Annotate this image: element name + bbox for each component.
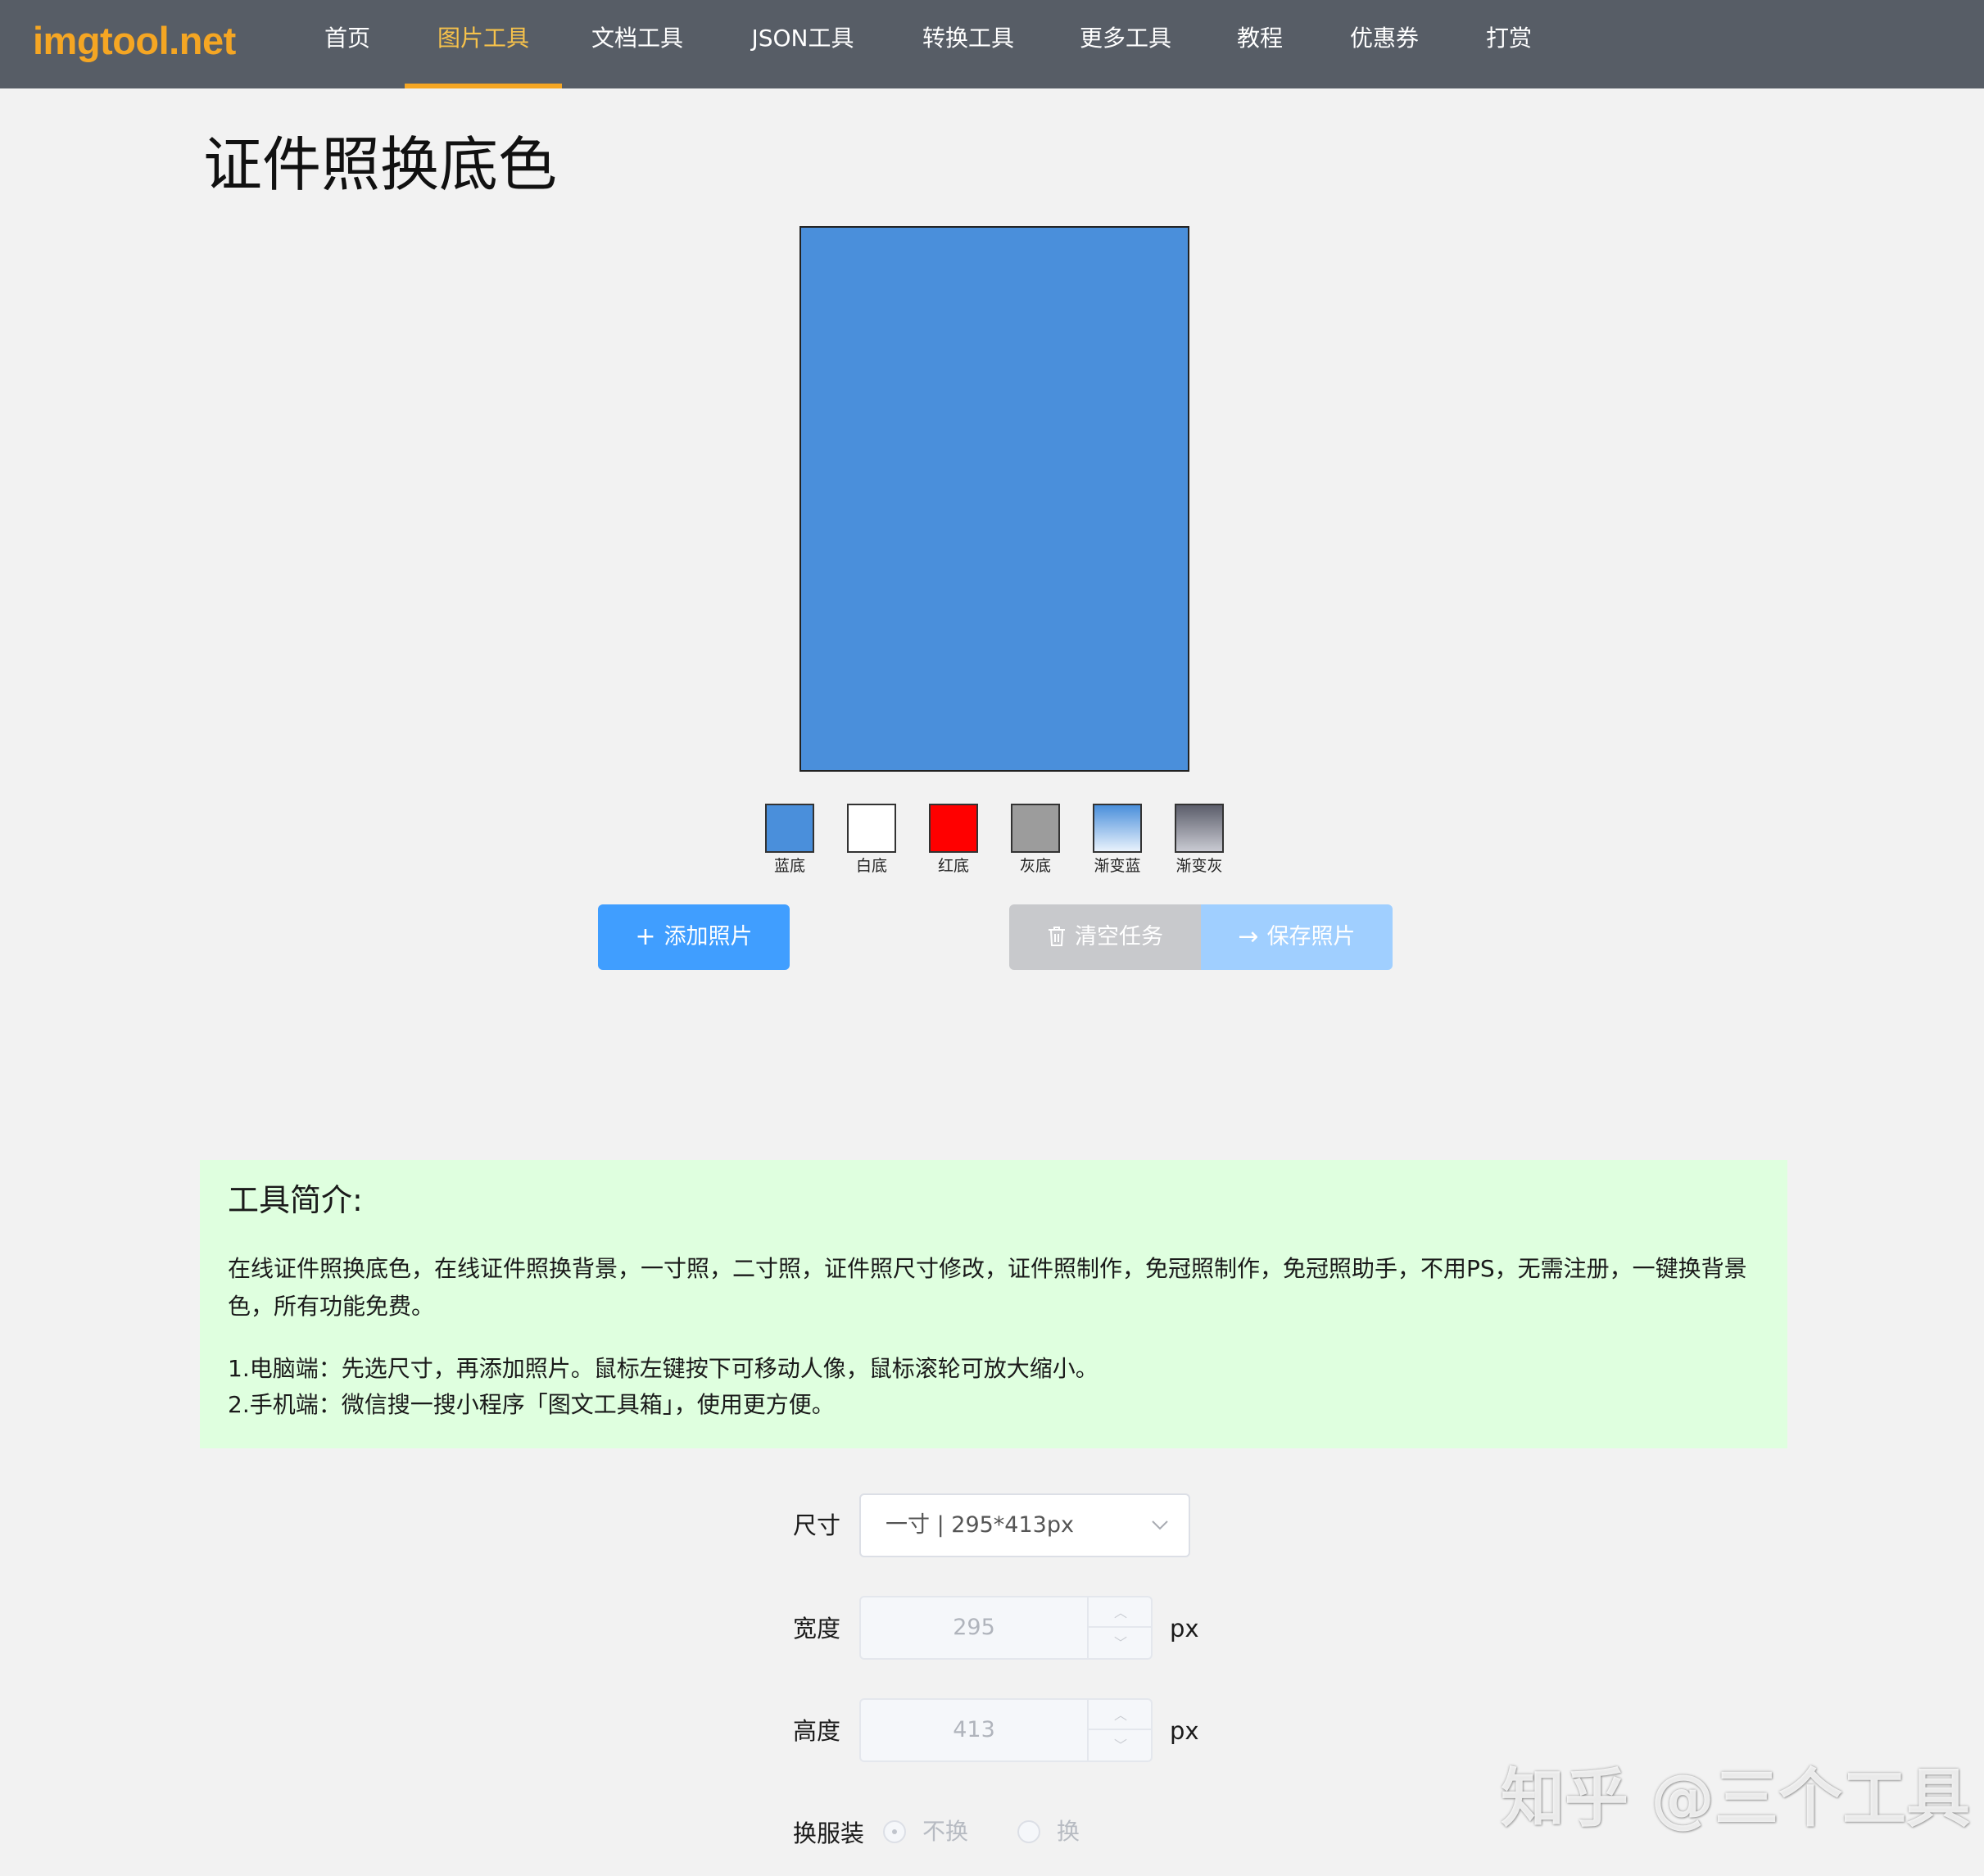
outfit-radio-no-change[interactable] bbox=[883, 1820, 906, 1843]
swatch-gray[interactable] bbox=[1011, 804, 1060, 853]
swatch-label-white: 白底 bbox=[855, 857, 887, 875]
zhihu-watermark: 知乎 @三个工具 bbox=[1501, 1762, 1971, 1836]
swatch-blue[interactable] bbox=[765, 804, 814, 853]
width-increase-button[interactable]: ︿ bbox=[1089, 1597, 1153, 1628]
intro-step-desktop: 1.电脑端：先选尺寸，再添加照片。鼠标左键按下可移动人像，鼠标滚轮可放大缩小。 bbox=[228, 1355, 1098, 1382]
nav-item-tutorial[interactable]: 教程 bbox=[1234, 0, 1286, 88]
tool-intro-panel: 工具简介: 在线证件照换底色，在线证件照换背景，一寸照，二寸照，证件照尺寸修改，… bbox=[200, 1160, 1787, 1448]
swatch-red[interactable] bbox=[929, 804, 978, 853]
save-photo-label: 保存照片 bbox=[1266, 924, 1356, 949]
trash-icon bbox=[1047, 904, 1067, 970]
nav-item-coupons[interactable]: 优惠券 bbox=[1345, 0, 1424, 88]
clear-tasks-button[interactable]: 清空任务 bbox=[1009, 904, 1201, 970]
height-input[interactable]: 413 ︿ ﹀ bbox=[859, 1698, 1153, 1762]
top-nav: imgtool.net 首页 图片工具 文档工具 JSON工具 转换工具 更多工… bbox=[0, 0, 1984, 88]
nav-item-more-tools[interactable]: 更多工具 bbox=[1076, 0, 1175, 88]
intro-step-mobile: 2.手机端：微信搜一搜小程序「图文工具箱」，使用更方便。 bbox=[228, 1391, 835, 1418]
swatch-white[interactable] bbox=[847, 804, 896, 853]
outfit-option-change[interactable]: 换 bbox=[1057, 1815, 1080, 1848]
size-select-value: 一寸 | 295*413px bbox=[886, 1512, 1074, 1538]
height-input-value: 413 bbox=[953, 1717, 995, 1742]
swatch-label-gradient-gray: 渐变灰 bbox=[1175, 857, 1223, 875]
clear-tasks-label: 清空任务 bbox=[1075, 924, 1163, 949]
nav-item-json-tools[interactable]: JSON工具 bbox=[745, 0, 860, 88]
width-decrease-button[interactable]: ﹀ bbox=[1089, 1628, 1153, 1658]
height-increase-button[interactable]: ︿ bbox=[1089, 1700, 1153, 1730]
arrow-right-icon: → bbox=[1238, 922, 1259, 951]
site-logo[interactable]: imgtool.net bbox=[33, 16, 236, 66]
size-select[interactable]: 一寸 | 295*413px bbox=[859, 1493, 1190, 1557]
swatch-label-red: 红底 bbox=[937, 857, 969, 875]
nav-item-donate[interactable]: 打赏 bbox=[1483, 0, 1535, 88]
intro-description: 在线证件照换底色，在线证件照换背景，一寸照，二寸照，证件照尺寸修改，证件照制作，… bbox=[228, 1255, 1747, 1320]
outfit-option-no-change[interactable]: 不换 bbox=[922, 1815, 968, 1848]
save-photo-button[interactable]: → 保存照片 bbox=[1201, 904, 1393, 970]
swatch-label-blue: 蓝底 bbox=[773, 857, 805, 875]
swatch-gradient-gray[interactable] bbox=[1175, 804, 1224, 853]
page-title: 证件照换底色 bbox=[203, 130, 558, 199]
height-stepper: ︿ ﹀ bbox=[1087, 1700, 1153, 1760]
nav-item-doc-tools[interactable]: 文档工具 bbox=[588, 0, 686, 88]
outfit-radio-change[interactable] bbox=[1017, 1820, 1040, 1843]
width-unit: px bbox=[1170, 1615, 1199, 1643]
add-photo-label: 添加照片 bbox=[664, 924, 753, 949]
nav-item-image-tools[interactable]: 图片工具 bbox=[405, 0, 562, 88]
add-photo-button[interactable]: + 添加照片 bbox=[598, 904, 790, 970]
chevron-down-icon bbox=[1151, 1495, 1171, 1556]
height-unit: px bbox=[1170, 1717, 1199, 1745]
intro-title: 工具简介: bbox=[228, 1182, 363, 1218]
nav-item-convert-tools[interactable]: 转换工具 bbox=[919, 0, 1017, 88]
nav-item-home[interactable]: 首页 bbox=[324, 0, 370, 88]
width-stepper: ︿ ﹀ bbox=[1087, 1597, 1153, 1658]
width-input[interactable]: 295 ︿ ﹀ bbox=[859, 1596, 1153, 1660]
swatch-label-gradient-blue: 渐变蓝 bbox=[1094, 857, 1141, 875]
plus-icon: + bbox=[635, 922, 656, 951]
height-decrease-button[interactable]: ﹀ bbox=[1089, 1730, 1153, 1760]
swatch-gradient-blue[interactable] bbox=[1093, 804, 1142, 853]
nav-active-indicator bbox=[405, 84, 562, 88]
swatch-label-gray: 灰底 bbox=[1019, 857, 1051, 875]
width-input-value: 295 bbox=[953, 1615, 995, 1640]
photo-preview-canvas[interactable] bbox=[799, 226, 1189, 772]
